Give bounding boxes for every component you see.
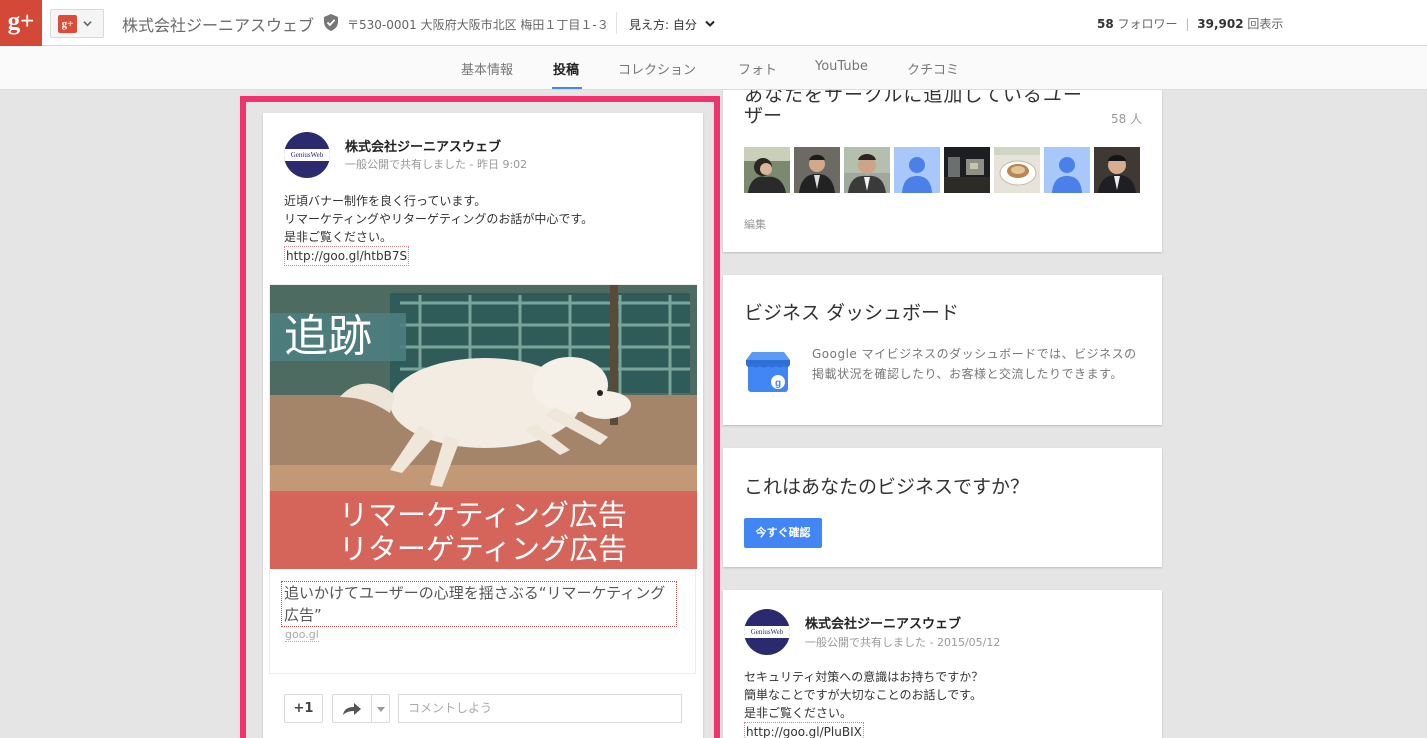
view-as-value: 自分 — [672, 18, 697, 32]
post-card: GeniusWeb 株式会社ジーニアスウェブ 一般公開で共有しました - 201… — [723, 590, 1162, 738]
tab-photos[interactable]: フォト — [738, 59, 777, 78]
divider — [616, 12, 617, 34]
chevron-down-icon[interactable] — [705, 20, 715, 28]
tab-posts[interactable]: 投稿 — [553, 59, 579, 78]
follower-avatar[interactable] — [994, 147, 1040, 193]
follower-avatar[interactable] — [844, 147, 890, 193]
followers-card-title: ザー — [744, 105, 783, 127]
business-name: 株式会社ジーニアスウェブ — [122, 16, 315, 35]
highlight-frame — [240, 96, 720, 738]
tab-collections[interactable]: コレクション — [618, 59, 696, 78]
followers-label: フォロワー — [1117, 17, 1178, 31]
account-switcher-button[interactable]: g+ — [50, 9, 104, 38]
dashboard-card-title: ビジネス ダッシュボード — [744, 302, 960, 324]
views-count: 39,902 — [1197, 17, 1244, 31]
dashboard-card-description: Google マイビジネスのダッシュボードでは、ビジネスの掲載状況を確認したり、… — [812, 347, 1137, 381]
post-body-line: 簡単なことですが大切なことのお話しです。 — [744, 688, 982, 702]
svg-text:g: g — [775, 378, 781, 389]
active-tab-indicator — [552, 87, 582, 89]
tab-youtube[interactable]: YouTube — [815, 59, 868, 74]
verify-now-button[interactable]: 今すぐ確認 — [744, 518, 822, 548]
business-address: 〒530-0001 大阪府大阪市北区 梅田１丁目１-３ — [347, 18, 609, 32]
followers-card-count: 58 人 — [1111, 112, 1143, 126]
top-bar: g+ g+ 株式会社ジーニアスウェブ 〒530-0001 大阪府大阪市北区 梅田… — [0, 0, 1427, 46]
follower-avatar-default[interactable] — [894, 147, 940, 193]
follower-avatar[interactable] — [794, 147, 840, 193]
claim-business-card: これはあなたのビジネスですか？ 今すぐ確認 — [723, 448, 1162, 567]
follower-avatar[interactable] — [744, 147, 790, 193]
verified-shield-icon — [324, 14, 338, 31]
avatar-logo-text: GeniusWeb — [744, 626, 790, 638]
google-plus-icon: g+ — [58, 15, 77, 33]
post-meta[interactable]: 一般公開で共有しました - 2015/05/12 — [805, 634, 1000, 650]
google-my-business-icon: g — [746, 352, 790, 392]
google-plus-logo[interactable]: g+ — [0, 0, 42, 46]
follower-avatar[interactable] — [944, 147, 990, 193]
stats-separator: | — [1185, 17, 1190, 31]
edit-link[interactable]: 編集 — [744, 216, 766, 232]
profile-tabs: 基本情報 投稿 コレクション フォト YouTube クチコミ — [0, 46, 1427, 90]
views-label: 回表示 — [1247, 17, 1284, 31]
followers-card: あなたをサークルに追加しているユー ザー 58 人 編集 — [723, 90, 1162, 252]
follower-avatar-default[interactable] — [1044, 147, 1090, 193]
post-body-line: セキュリティ対策への意識はお持ちですか？ — [744, 670, 984, 684]
tab-about[interactable]: 基本情報 — [461, 59, 513, 78]
business-dashboard-card: ビジネス ダッシュボード g Google マイビジネスのダッシュボードでは、ビ… — [723, 275, 1162, 425]
author-avatar[interactable]: GeniusWeb — [744, 609, 790, 655]
follower-avatar[interactable] — [1094, 147, 1140, 193]
post-body: セキュリティ対策への意識はお持ちですか？ 簡単なことですが大切なことのお話しです… — [744, 668, 983, 738]
post-link[interactable]: http://goo.gl/PluBIX — [744, 722, 864, 738]
claim-card-title: これはあなたのビジネスですか？ — [744, 476, 1030, 498]
chevron-down-icon — [83, 21, 92, 27]
followers-count: 58 — [1097, 17, 1114, 31]
view-as-selector[interactable]: 見え方: 自分 — [629, 16, 697, 33]
post-author[interactable]: 株式会社ジーニアスウェブ — [805, 613, 961, 632]
tab-reviews[interactable]: クチコミ — [907, 59, 959, 78]
profile-stats: 58 フォロワー | 39,902 回表示 — [1097, 15, 1283, 32]
followers-card-title-partial: あなたをサークルに追加しているユー — [744, 90, 1083, 106]
post-body-line: 是非ご覧ください。 — [744, 706, 853, 720]
view-as-label: 見え方: — [629, 18, 670, 32]
